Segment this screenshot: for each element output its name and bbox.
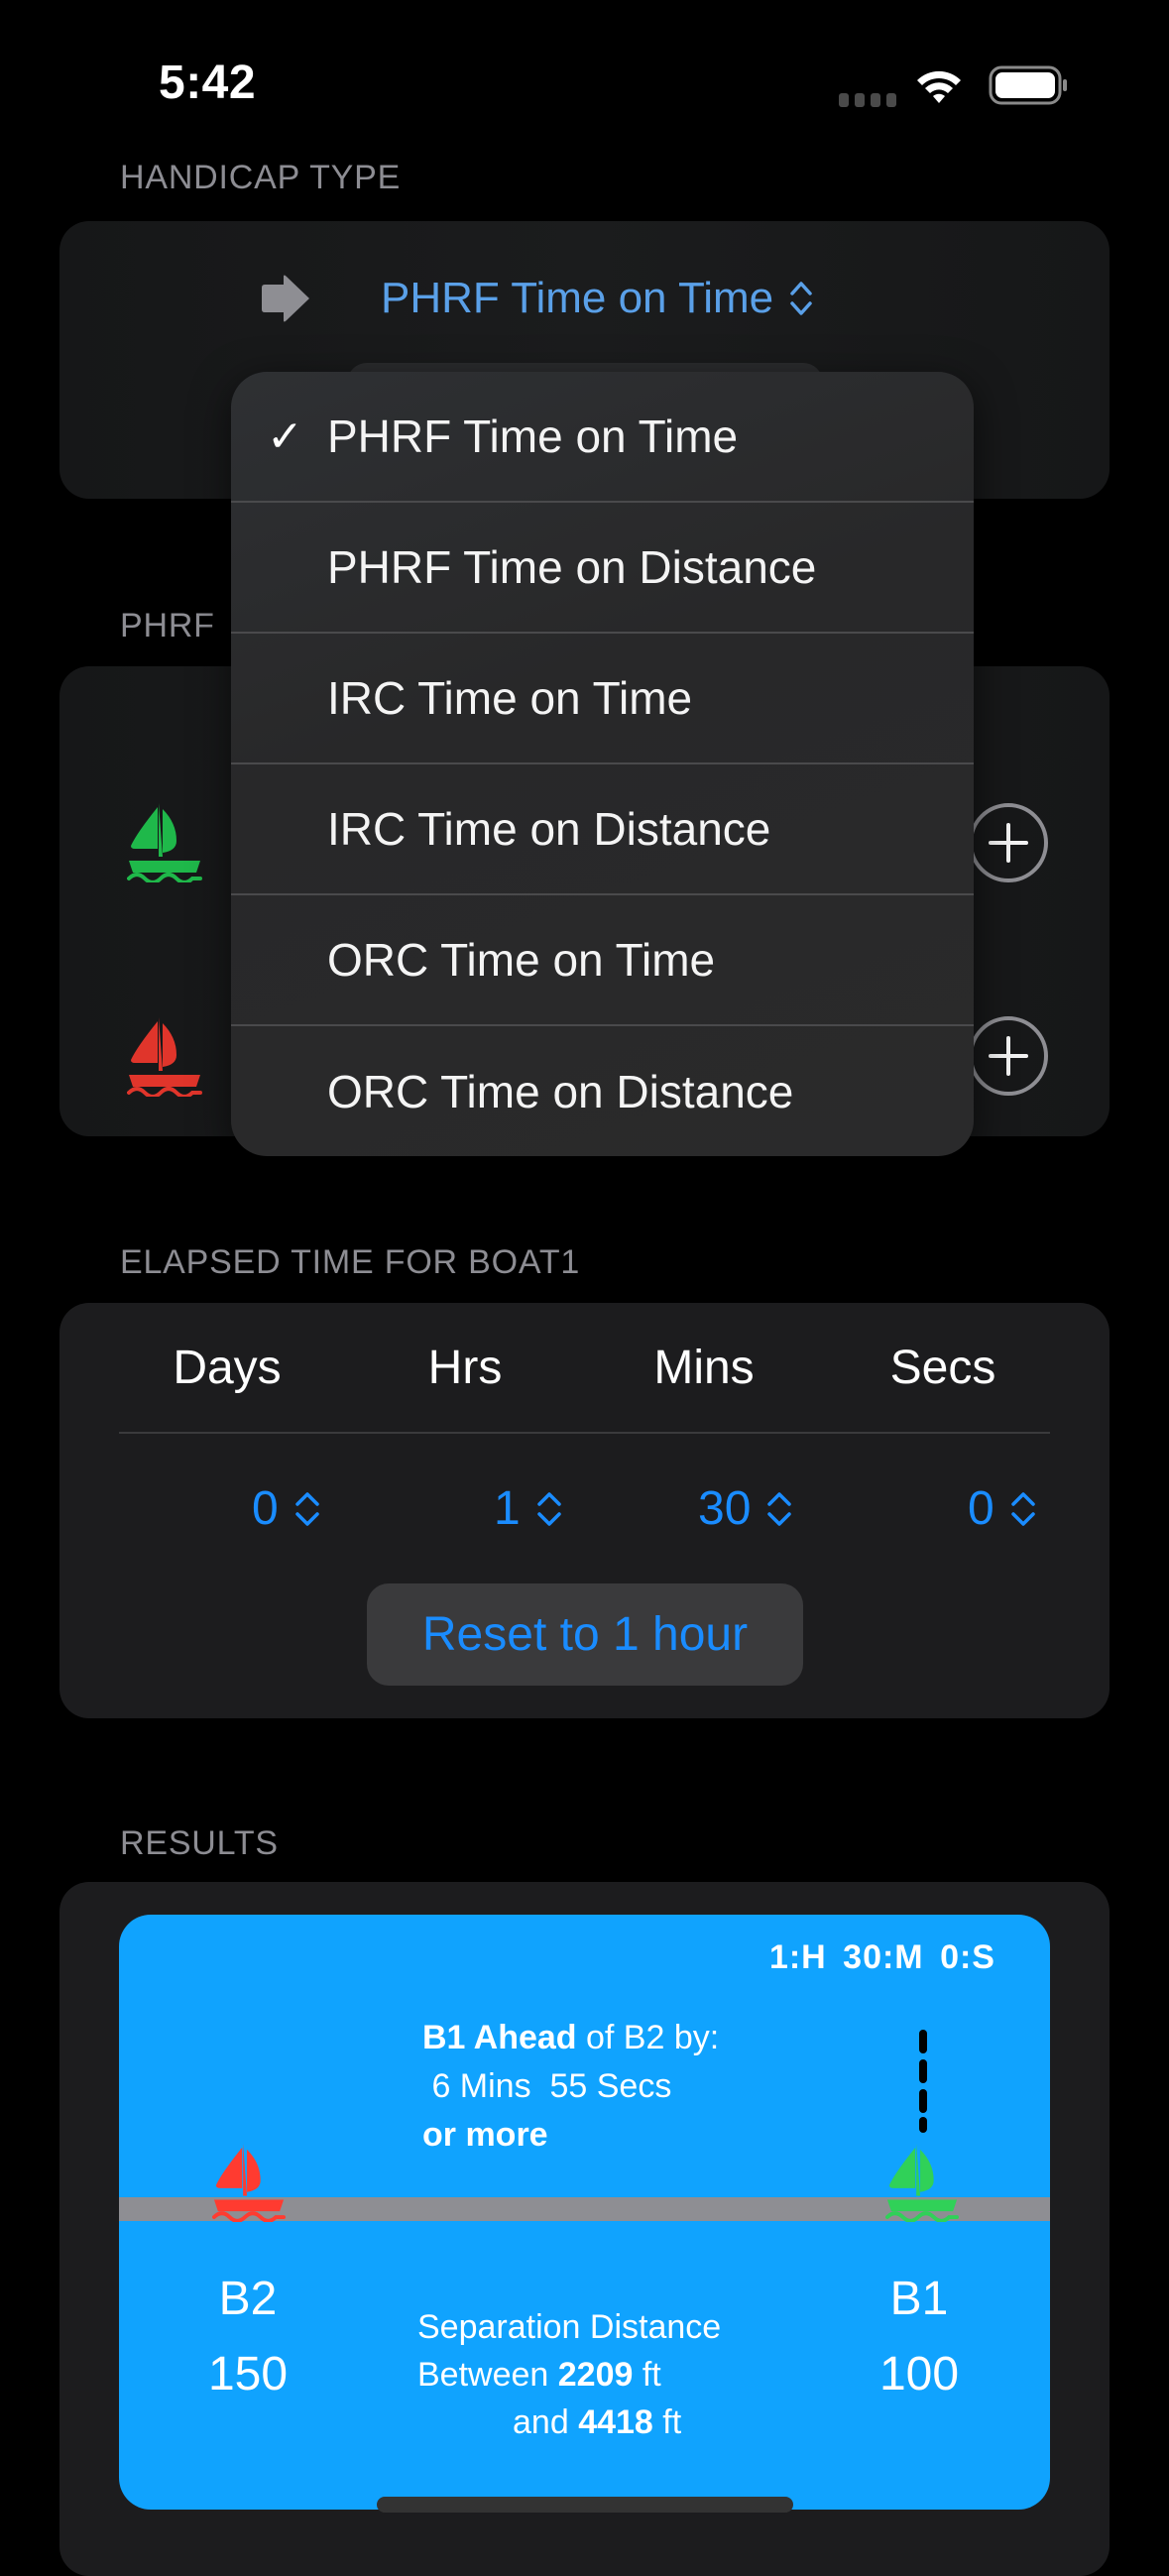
boat-b1-rating: 100 [878,2348,960,2400]
between-prefix: Between [417,2356,558,2394]
chevron-up-down-icon [790,282,812,315]
gap-qualifier: or more [422,2116,548,2154]
plus-circle-icon[interactable] [967,1014,1050,1098]
status-time: 5:42 [159,57,257,109]
separation-min: 2209 [557,2356,634,2394]
menu-item-label: ORC Time on Time [327,934,716,986]
elapsed-time-header: ELAPSED TIME FOR BOAT1 [120,1243,581,1281]
ahead-boat-label: B1 Ahead [422,2019,577,2056]
wifi-icon [917,70,961,103]
days-stepper[interactable]: 0 [252,1481,322,1536]
handicap-type-header: HANDICAP TYPE [120,159,402,196]
cellular-signal-icon [839,93,896,107]
menu-item-phrf-time-on-distance[interactable]: PHRF Time on Distance [231,503,974,634]
divider [119,1432,1050,1434]
menu-item-label: IRC Time on Time [327,672,693,724]
chevron-up-down-icon [767,1491,792,1526]
handicap-type-value: PHRF Time on Time [381,274,774,322]
seconds-value: 0 [968,1482,994,1535]
ahead-rest-label: of B2 by: [576,2019,720,2056]
menu-item-label: PHRF Time on Time [327,410,739,462]
finish-line-marker [919,2030,927,2133]
seconds-label: Secs [889,1342,996,1394]
phrf-header: PHRF [120,607,215,644]
boat-b2-name: B2 [218,2273,278,2325]
hours-label: Hrs [427,1342,503,1394]
menu-item-phrf-time-on-time[interactable]: ✓ PHRF Time on Time [231,372,974,503]
ahead-summary: B1 Ahead of B2 by: 6 Mins 55 Secs or mor… [422,2014,719,2160]
home-indicator[interactable] [377,2497,793,2513]
handicap-type-picker[interactable]: PHRF Time on Time [258,274,815,323]
sailboat-icon [127,1017,202,1097]
hours-value: 1 [494,1482,521,1535]
chevron-up-down-icon [294,1491,319,1526]
chevron-up-down-icon [1010,1491,1035,1526]
results-header: RESULTS [120,1824,279,1862]
chevron-up-down-icon [536,1491,561,1526]
reset-to-1-hour-button[interactable]: Reset to 1 hour [367,1583,803,1686]
menu-item-irc-time-on-time[interactable]: IRC Time on Time [231,634,974,764]
menu-item-label: ORC Time on Distance [327,1066,794,1117]
separation-title: Separation Distance [417,2308,722,2346]
sailboat-icon [127,803,202,882]
unit-label: ft [633,2356,661,2394]
and-prefix: and [513,2403,579,2441]
days-label: Days [173,1342,282,1394]
time-gap-value: 6 Mins 55 Secs [422,2067,672,2105]
minutes-stepper[interactable]: 30 [698,1481,794,1536]
elapsed-time-summary: 1:H 30:M 0:S [768,1938,995,1976]
menu-item-orc-time-on-distance[interactable]: ORC Time on Distance [231,1026,974,1156]
boat-b2-rating: 150 [207,2348,289,2400]
days-value: 0 [252,1482,279,1535]
handicap-type-menu: ✓ PHRF Time on Time PHRF Time on Distanc… [231,372,974,1156]
boat-b1-name: B1 [889,2273,949,2325]
results-panel: 1:H 30:M 0:S B1 Ahead of B2 by: 6 Mins 5… [119,1915,1050,2510]
plus-circle-icon[interactable] [967,801,1050,884]
minutes-label: Mins [653,1342,755,1394]
menu-item-label: IRC Time on Distance [327,803,771,855]
menu-item-label: PHRF Time on Distance [327,541,817,593]
hours-stepper[interactable]: 1 [494,1481,564,1536]
sailboat-icon-b2 [212,2144,286,2222]
unit-label: ft [652,2403,682,2441]
battery-icon [989,65,1067,105]
menu-item-orc-time-on-time[interactable]: ORC Time on Time [231,895,974,1026]
arrow-right-icon [262,275,309,322]
sailboat-icon-b1 [885,2144,959,2222]
separation-max: 4418 [578,2403,653,2441]
seconds-stepper[interactable]: 0 [968,1481,1038,1536]
checkmark-icon: ✓ [267,411,303,461]
minutes-value: 30 [698,1482,752,1535]
menu-item-irc-time-on-distance[interactable]: IRC Time on Distance [231,764,974,895]
separation-distance: Separation Distance Between 2209 ft and … [417,2303,721,2446]
